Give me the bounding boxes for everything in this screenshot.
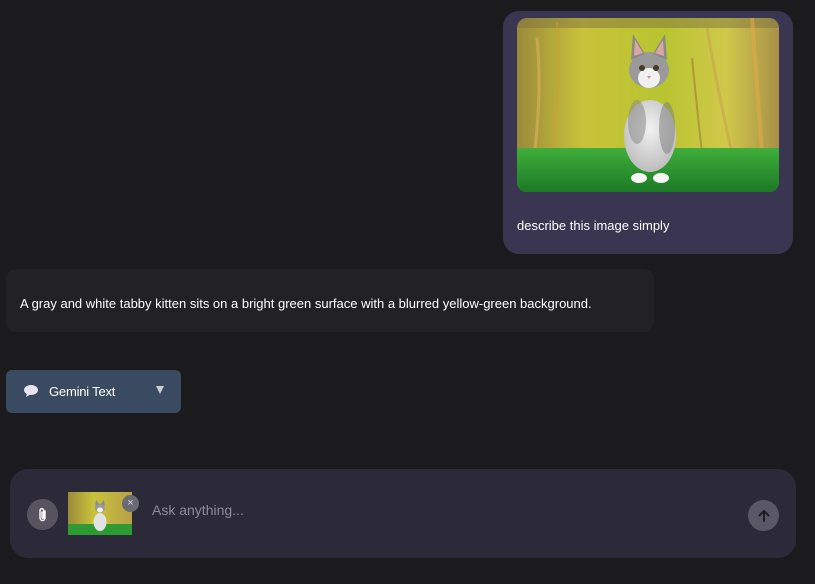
user-message-text: describe this image simply [517, 218, 670, 233]
remove-attachment-button[interactable]: × [122, 495, 139, 512]
attached-image[interactable] [517, 18, 779, 192]
arrow-up-icon [758, 509, 769, 522]
attach-button[interactable] [27, 499, 58, 530]
kitten-photo [517, 18, 779, 192]
assistant-message-bubble: A gray and white tabby kitten sits on a … [6, 269, 654, 332]
model-selector[interactable]: Gemini Text [6, 370, 181, 413]
paperclip-icon [38, 507, 46, 521]
user-message-bubble: describe this image simply [503, 11, 793, 254]
assistant-message-text: A gray and white tabby kitten sits on a … [20, 296, 592, 311]
model-selector-label: Gemini Text [49, 384, 116, 399]
chevron-down-icon [156, 386, 164, 394]
speech-bubble-icon [24, 385, 38, 397]
chat-page: describe this image simply A gray and wh… [0, 0, 815, 584]
composer: × [10, 469, 796, 558]
send-button[interactable] [748, 500, 779, 531]
prompt-input[interactable] [152, 499, 712, 521]
